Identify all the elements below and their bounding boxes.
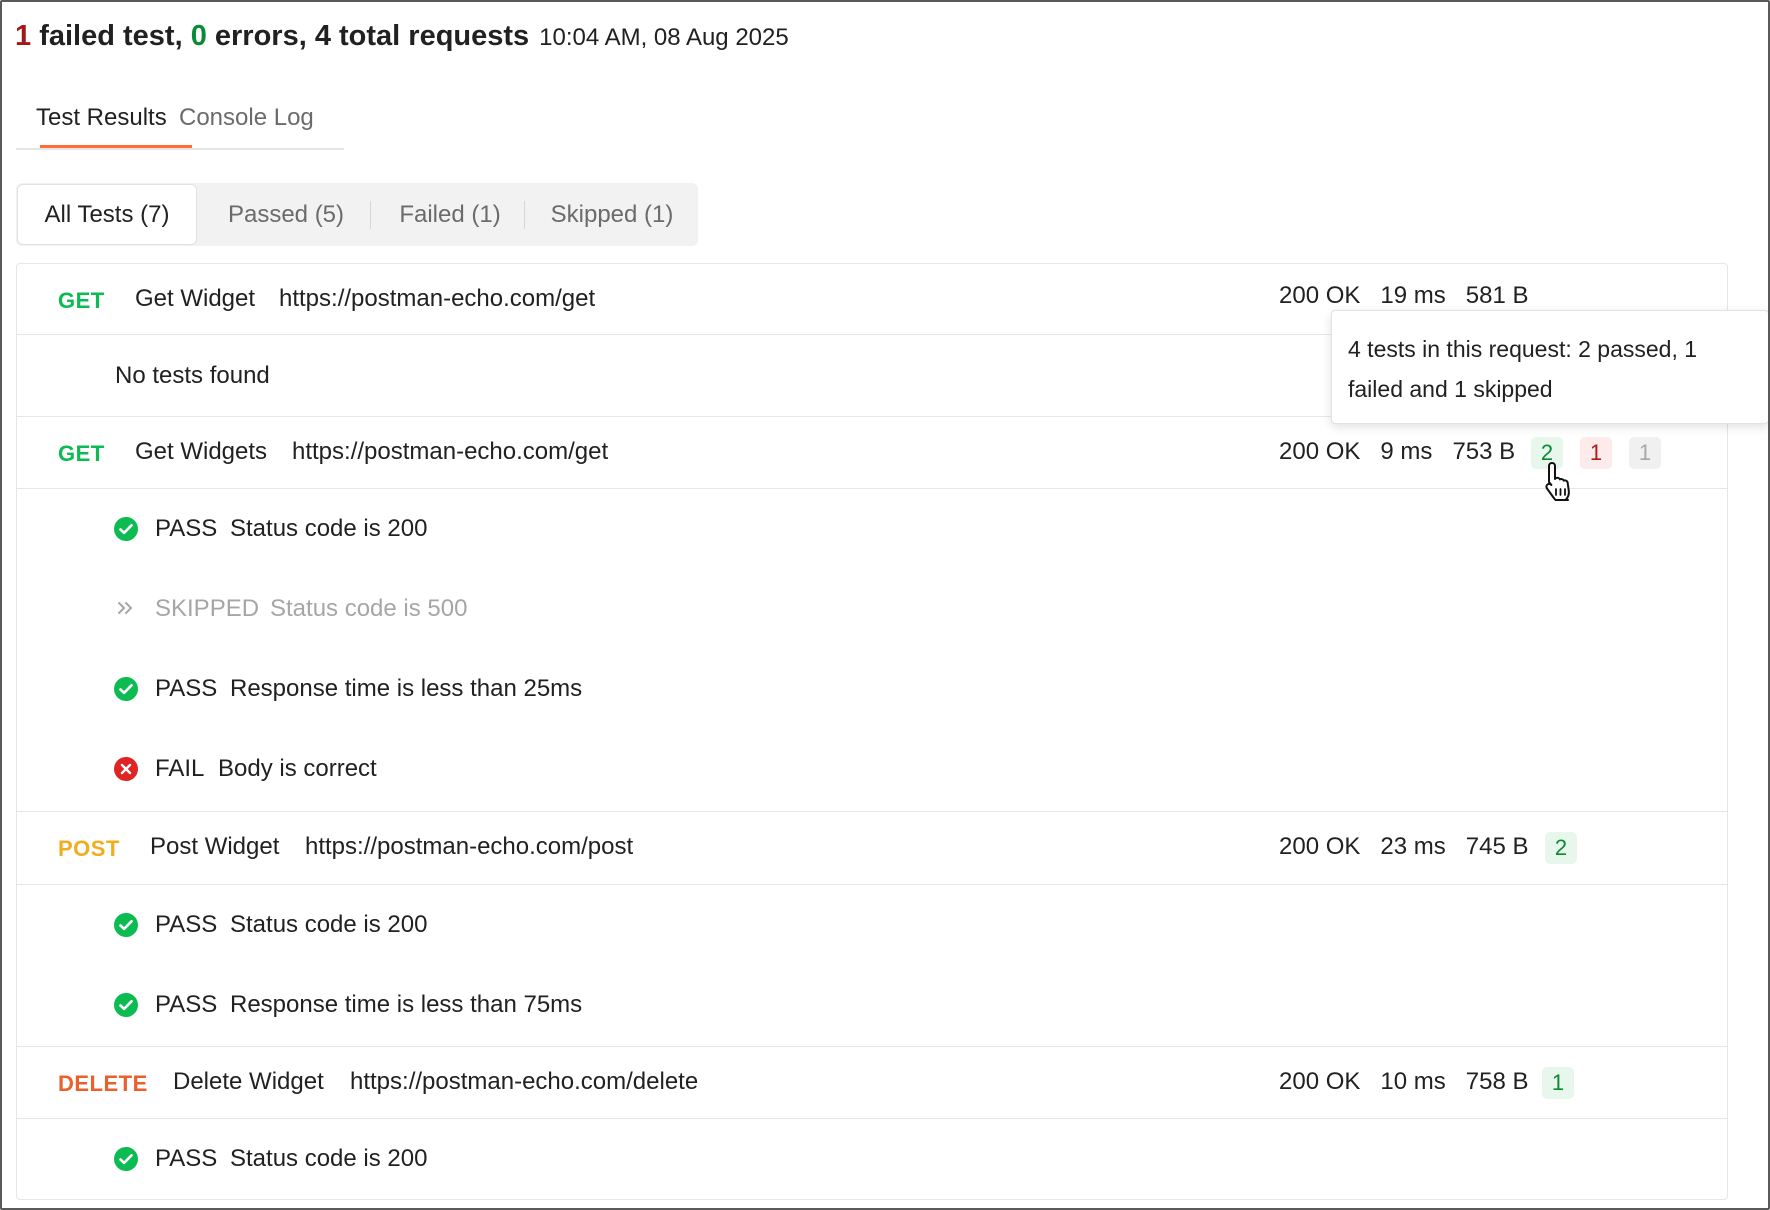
tooltip-text: 4 tests in this request: 2 passed, 1 fai… [1348, 336, 1698, 402]
request-row[interactable]: GET Get Widgets https://postman-echo.com… [17, 417, 1727, 489]
request-name: Delete Widget [173, 1068, 324, 1095]
test-list: PASS Status code is 200 SKIPPED Status c… [17, 489, 1727, 812]
test-result-row: PASS Status code is 200 [17, 489, 1727, 569]
test-name: Status code is 200 [230, 911, 428, 938]
response-status: 200 OK [1279, 282, 1361, 309]
active-tab-indicator [40, 145, 192, 148]
test-filter-group: All Tests (7) Passed (5) Failed (1) Skip… [16, 183, 698, 246]
test-status: SKIPPED [155, 595, 260, 622]
check-circle-icon [114, 993, 138, 1017]
test-status: PASS [155, 1145, 218, 1172]
test-count-tooltip: 4 tests in this request: 2 passed, 1 fai… [1331, 310, 1768, 424]
filter-all-tests[interactable]: All Tests (7) [18, 185, 196, 244]
test-name: Status code is 200 [230, 1145, 428, 1172]
errors-requests-label: errors, 4 total requests [206, 20, 530, 52]
test-status: PASS [155, 911, 218, 938]
test-status: PASS [155, 675, 218, 702]
failed-count-badge[interactable]: 1 [1580, 437, 1612, 469]
method-badge: GET [58, 288, 105, 313]
passed-count-badge[interactable]: 1 [1542, 1067, 1574, 1099]
no-tests-message: No tests found [115, 362, 270, 389]
test-status: FAIL [155, 755, 205, 782]
request-url: https://postman-echo.com/delete [350, 1068, 699, 1095]
filter-passed[interactable]: Passed (5) [196, 183, 376, 246]
response-size: 758 B [1465, 1068, 1529, 1095]
test-result-row: PASS Response time is less than 75ms [17, 965, 1727, 1045]
skipped-count-badge[interactable]: 1 [1629, 437, 1661, 469]
request-name: Get Widgets [135, 438, 268, 465]
test-name: Body is correct [218, 755, 377, 782]
test-result-row: SKIPPED Status code is 500 [17, 569, 1727, 649]
response-meta: 200 OK 19 ms 581 B [1279, 282, 1529, 310]
test-result-row: FAIL Body is correct [17, 729, 1727, 809]
request-url: https://postman-echo.com/get [292, 438, 609, 465]
request-url: https://postman-echo.com/get [279, 285, 596, 312]
response-status: 200 OK [1279, 438, 1361, 465]
request-name: Post Widget [150, 833, 280, 860]
errors-count: 0 [190, 20, 207, 52]
method-badge: DELETE [58, 1071, 148, 1096]
test-name: Status code is 200 [230, 515, 428, 542]
response-time: 10 ms [1380, 1068, 1446, 1095]
response-meta: 200 OK 23 ms 745 B [1279, 833, 1529, 861]
test-result-row: PASS Status code is 200 [17, 885, 1727, 965]
failed-count: 1 [15, 20, 32, 52]
hand-pointer-cursor-icon [1545, 462, 1570, 501]
test-name: Status code is 500 [270, 595, 468, 622]
test-list: PASS Status code is 200 [17, 1119, 1727, 1199]
passed-count-badge[interactable]: 2 [1545, 832, 1577, 864]
check-circle-icon [114, 913, 138, 937]
request-row[interactable]: POST Post Widget https://postman-echo.co… [17, 812, 1727, 885]
run-timestamp: 10:04 AM, 08 Aug 2025 [539, 24, 789, 51]
request-url: https://postman-echo.com/post [305, 833, 634, 860]
tab-test-results[interactable]: Test Results [36, 104, 167, 132]
response-size: 753 B [1452, 438, 1516, 465]
response-time: 19 ms [1380, 282, 1446, 309]
test-list: PASS Status code is 200 PASS Response ti… [17, 885, 1727, 1047]
response-size: 581 B [1465, 282, 1529, 309]
failed-label: failed test, [31, 20, 191, 52]
check-circle-icon [114, 1147, 138, 1171]
request-row[interactable]: DELETE Delete Widget https://postman-ech… [17, 1047, 1727, 1119]
test-status: PASS [155, 515, 218, 542]
double-chevron-right-icon [118, 602, 132, 614]
response-status: 200 OK [1279, 833, 1361, 860]
test-name: Response time is less than 25ms [230, 675, 583, 702]
test-name: Response time is less than 75ms [230, 991, 583, 1018]
method-badge: GET [58, 441, 105, 466]
check-circle-icon [114, 677, 138, 701]
filter-divider [370, 201, 371, 229]
response-time: 9 ms [1380, 438, 1433, 465]
method-badge: POST [58, 836, 120, 861]
test-run-results-panel: 1 failed test, 0 errors, 4 total request… [0, 0, 1770, 1210]
tab-console-log[interactable]: Console Log [179, 104, 314, 132]
response-meta: 200 OK 9 ms 753 B [1279, 438, 1515, 466]
response-meta: 200 OK 10 ms 758 B [1279, 1068, 1529, 1096]
check-circle-icon [114, 517, 138, 541]
x-circle-icon [114, 757, 138, 781]
filter-divider [524, 201, 525, 229]
filter-failed[interactable]: Failed (1) [372, 183, 528, 246]
response-size: 745 B [1465, 833, 1529, 860]
response-time: 23 ms [1380, 833, 1446, 860]
test-result-row: PASS Status code is 200 [17, 1119, 1727, 1199]
filter-skipped[interactable]: Skipped (1) [526, 183, 698, 246]
run-summary: 1 failed test, 0 errors, 4 total request… [15, 20, 789, 53]
response-status: 200 OK [1279, 1068, 1361, 1095]
request-name: Get Widget [135, 285, 256, 312]
test-result-row: PASS Response time is less than 25ms [17, 649, 1727, 729]
test-status: PASS [155, 991, 218, 1018]
result-tabs: Test Results Console Log [16, 96, 344, 150]
